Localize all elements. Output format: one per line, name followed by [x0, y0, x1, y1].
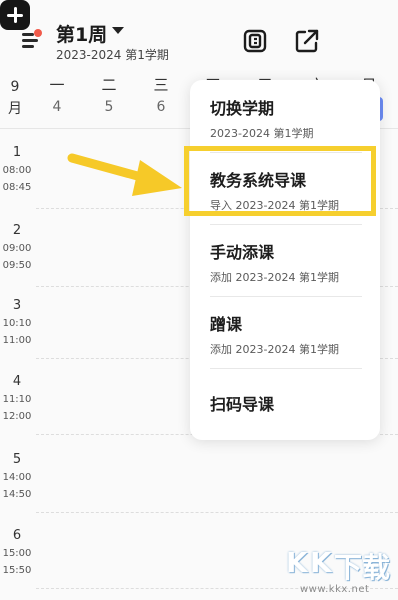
menu-icon[interactable]	[18, 28, 44, 52]
schedule-page: 第1周 2023-2024 第1学期 9 月 一 4 二 5 三 6 1 08:…	[0, 0, 398, 600]
menu-item-scan-qr-import[interactable]: 扫码导课	[210, 394, 370, 416]
watermark-logo: K K 下 载	[286, 546, 391, 584]
copy-icon[interactable]	[240, 26, 270, 56]
notification-dot-icon	[34, 29, 42, 37]
row-divider	[36, 512, 398, 513]
caret-down-icon[interactable]	[112, 27, 124, 34]
day-column-tue: 二 5	[101, 76, 117, 115]
menu-divider	[210, 296, 362, 297]
add-menu-dropdown: 切换学期 2023-2024 第1学期 教务系统导课 导入 2023-2024 …	[190, 80, 380, 440]
menu-item-audit-course[interactable]: 蹭课 添加 2023-2024 第1学期	[210, 314, 370, 358]
period-2: 2 09:00 09:50	[2, 223, 32, 271]
day-column-wed: 三 6	[153, 76, 169, 115]
day-column-mon: 一 4	[49, 76, 65, 115]
menu-divider	[210, 224, 362, 225]
add-course-button[interactable]	[0, 0, 30, 30]
menu-item-switch-term[interactable]: 切换学期 2023-2024 第1学期	[210, 98, 370, 142]
term-subtitle: 2023-2024 第1学期	[56, 48, 169, 62]
menu-item-add-manually[interactable]: 手动添课 添加 2023-2024 第1学期	[210, 242, 370, 286]
month-label: 9 月	[8, 79, 22, 117]
period-5: 5 14:00 14:50	[2, 452, 32, 500]
share-icon[interactable]	[292, 26, 322, 56]
period-1: 1 08:00 08:45	[2, 145, 32, 193]
period-4: 4 11:10 12:00	[2, 374, 32, 422]
period-6: 6 15:00 15:50	[2, 528, 32, 576]
arrow-icon	[67, 153, 182, 196]
top-bar: 第1周 2023-2024 第1学期	[0, 0, 398, 68]
menu-divider	[210, 368, 362, 369]
highlight-box	[184, 146, 376, 216]
week-selector[interactable]: 第1周	[56, 20, 107, 47]
period-3: 3 10:10 11:00	[2, 298, 32, 346]
watermark-url: www.kkx.net	[300, 584, 370, 595]
